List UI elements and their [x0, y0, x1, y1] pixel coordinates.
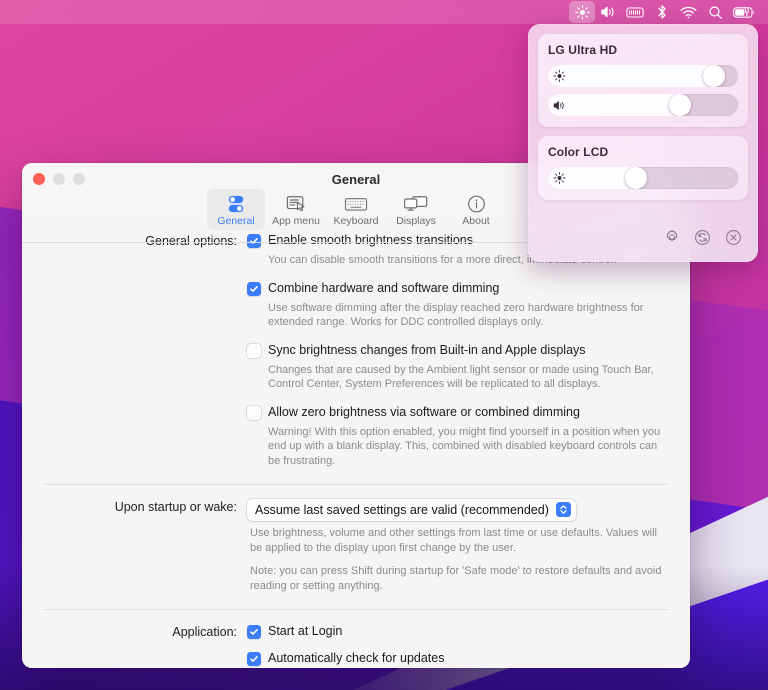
display-card-lg-ultra-hd: LG Ultra HD — [538, 34, 748, 127]
brightness-slider[interactable] — [548, 167, 738, 189]
display-card-color-lcd: Color LCD — [538, 136, 748, 200]
checkbox-label: Sync brightness changes from Built-in an… — [268, 343, 586, 358]
refresh-icon[interactable] — [694, 229, 711, 251]
tab-about[interactable]: About — [447, 189, 505, 230]
section-divider — [44, 484, 668, 485]
checkbox-box — [247, 625, 261, 639]
brightness-slider[interactable] — [548, 65, 738, 87]
tab-app-menu[interactable]: App menu — [267, 189, 325, 230]
startup-row: Upon startup or wake: Assume last saved … — [44, 499, 668, 593]
tab-label: About — [462, 215, 489, 227]
spotlight-search-menu-icon[interactable] — [702, 1, 728, 23]
bluetooth-menu-icon[interactable] — [649, 1, 675, 23]
sun-icon — [553, 172, 566, 185]
popup-footer — [538, 226, 748, 252]
sun-icon — [553, 70, 566, 83]
display-control-popup: LG Ultra HD — [528, 24, 758, 262]
startup-label: Upon startup or wake: — [44, 499, 247, 514]
speaker-icon — [553, 99, 566, 112]
settings-gear-icon[interactable] — [664, 229, 680, 250]
battery-menu-icon[interactable] — [728, 1, 760, 23]
volume-menu-icon[interactable] — [595, 1, 621, 23]
option-help-text: Use software dimming after the display r… — [268, 301, 668, 330]
info-icon — [466, 193, 487, 214]
menu-cursor-icon — [285, 193, 307, 214]
application-label: Application: — [44, 624, 247, 639]
checkbox-box — [247, 282, 261, 296]
checkbox-label: Combine hardware and software dimming — [268, 281, 499, 296]
display-name-label: Color LCD — [548, 145, 738, 159]
menu-bar — [0, 0, 768, 24]
tab-label: Keyboard — [334, 215, 379, 227]
tab-label: Displays — [396, 215, 436, 227]
volume-slider[interactable] — [548, 94, 738, 116]
checkbox-label: Start at Login — [268, 624, 342, 639]
keyboard-icon — [344, 193, 368, 214]
brightness-menu-icon[interactable] — [569, 1, 595, 23]
section-divider — [44, 609, 668, 610]
startup-help-text-2: Note: you can press Shift during startup… — [250, 564, 668, 593]
tab-general[interactable]: General — [207, 189, 265, 230]
option-help-text: Warning! With this option enabled, you m… — [268, 425, 668, 469]
checkbox-sync-brightness-changes[interactable]: Sync brightness changes from Built-in an… — [247, 343, 668, 358]
option-help-text: Changes that are caused by the Ambient l… — [268, 363, 668, 392]
display-name-label: LG Ultra HD — [548, 43, 738, 57]
close-icon[interactable] — [725, 229, 742, 251]
chevron-up-down-icon — [556, 502, 571, 517]
checkbox-allow-zero-brightness[interactable]: Allow zero brightness via software or co… — [247, 405, 668, 420]
application-row: Application: Start at Login Automatica — [44, 624, 668, 668]
wifi-menu-icon[interactable] — [675, 1, 702, 23]
checkbox-label: Automatically check for updates — [268, 651, 444, 666]
tab-keyboard[interactable]: Keyboard — [327, 189, 385, 230]
tab-label: App menu — [272, 215, 320, 227]
general-options-label: General options: — [44, 233, 247, 248]
startup-behavior-select[interactable]: Assume last saved settings are valid (re… — [247, 499, 576, 521]
checkbox-box — [247, 344, 261, 358]
checkbox-start-at-login[interactable]: Start at Login — [247, 624, 668, 639]
checkbox-combine-hardware-and-software-dimming[interactable]: Combine hardware and software dimming — [247, 281, 668, 296]
tab-displays[interactable]: Displays — [387, 189, 445, 230]
startup-help-text-1: Use brightness, volume and other setting… — [250, 526, 668, 555]
checkbox-label: Allow zero brightness via software or co… — [268, 405, 580, 420]
toggles-icon — [225, 193, 247, 214]
desktop: LG Ultra HD — [0, 0, 768, 690]
checkbox-automatically-check-for-updates[interactable]: Automatically check for updates — [247, 651, 668, 666]
general-options-row: General options: Enable smooth brightnes… — [44, 233, 668, 468]
keyboard-brightness-menu-icon[interactable] — [621, 1, 649, 23]
tab-label: General — [217, 215, 254, 227]
startup-behavior-value: Assume last saved settings are valid (re… — [255, 503, 549, 517]
preferences-content: General options: Enable smooth brightnes… — [22, 215, 690, 668]
displays-icon — [403, 193, 429, 214]
checkbox-box — [247, 234, 261, 248]
checkbox-box — [247, 406, 261, 420]
checkbox-label: Enable smooth brightness transitions — [268, 233, 473, 248]
checkbox-box — [247, 652, 261, 666]
